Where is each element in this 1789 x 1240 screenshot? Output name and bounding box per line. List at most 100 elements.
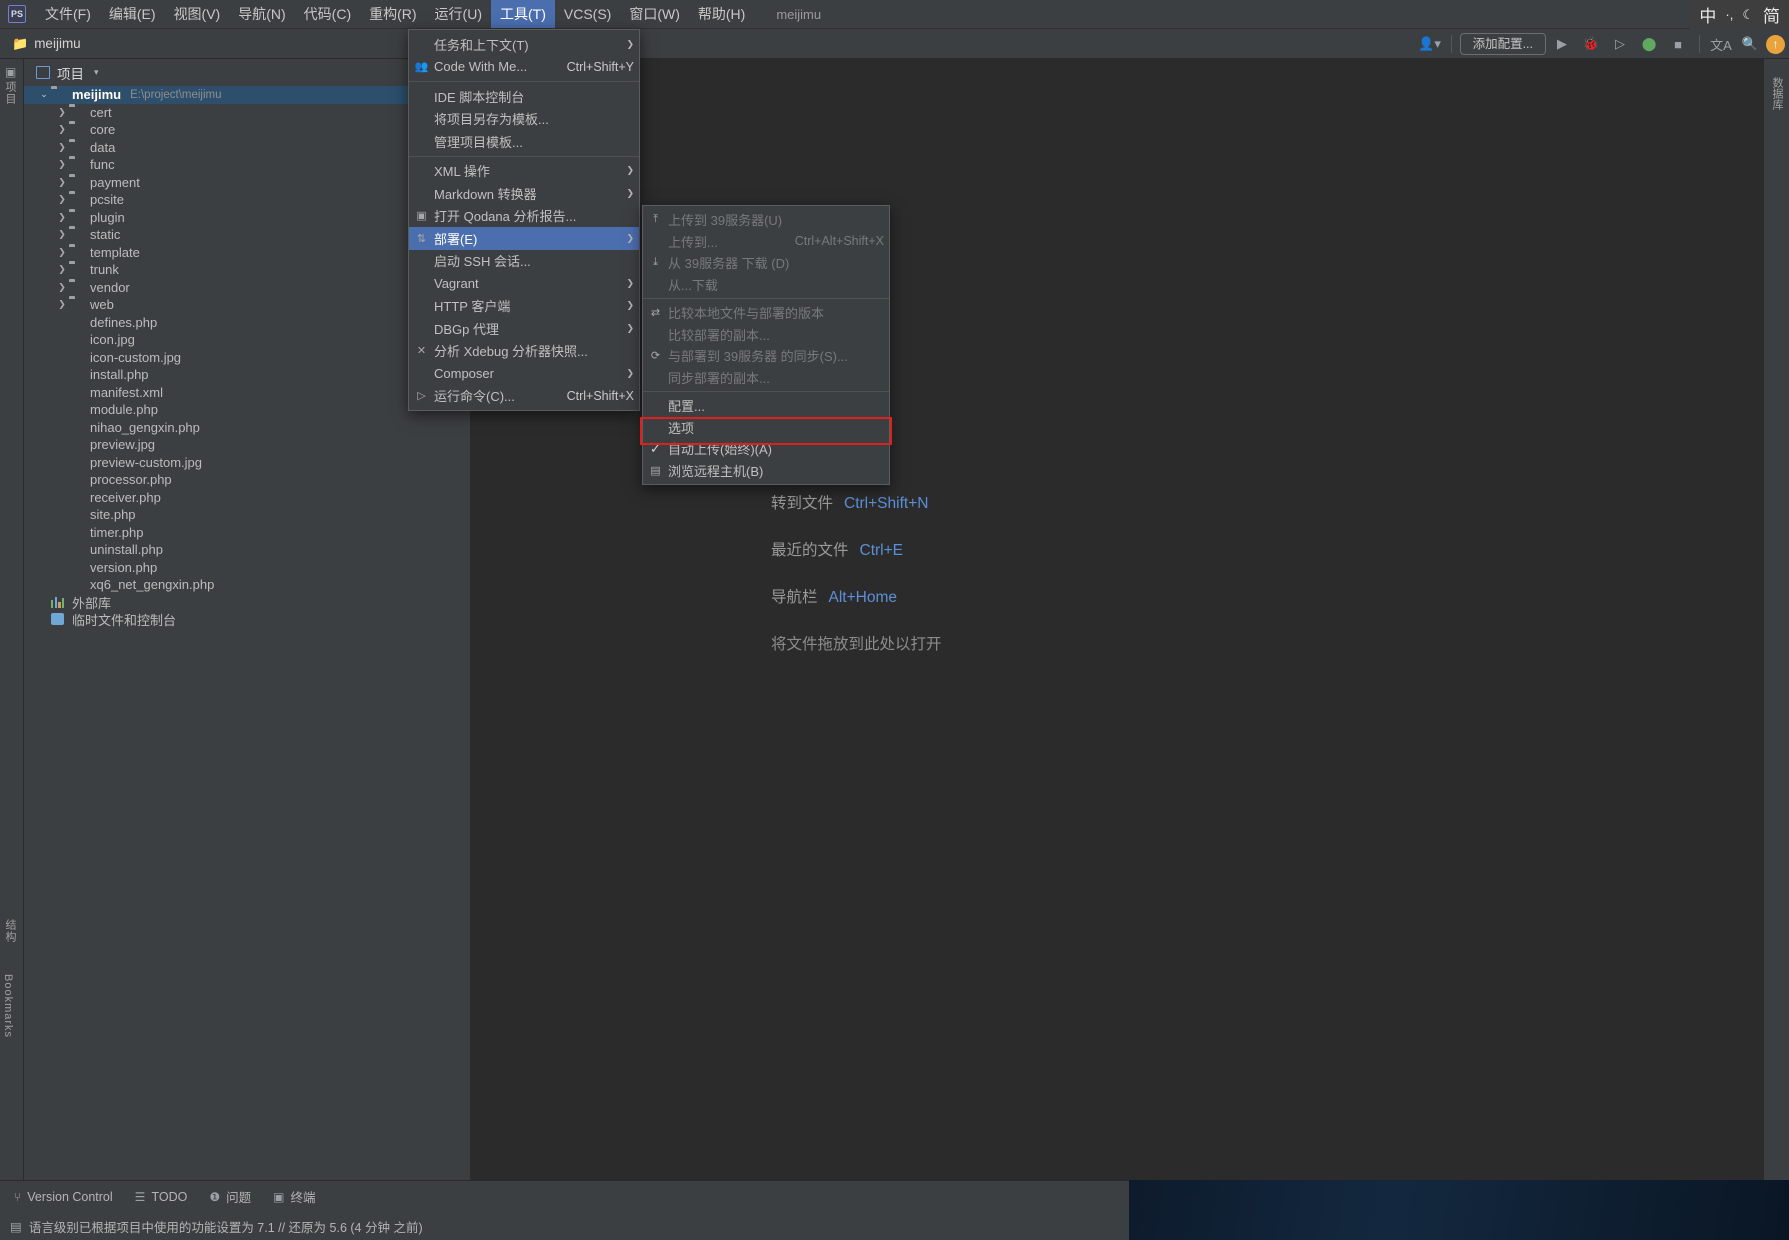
chevron-right-icon[interactable]: ❯	[55, 107, 69, 118]
menu-7[interactable]: 工具(T)	[490, 0, 555, 28]
menu-3[interactable]: 导航(N)	[229, 0, 294, 28]
tree-node[interactable]: ❯ vendor	[24, 279, 470, 297]
tree-node[interactable]: PHP defines.php	[24, 314, 470, 332]
tree-node[interactable]: PHP uninstall.php	[24, 541, 470, 559]
menu-item[interactable]: 管理项目模板...	[409, 130, 639, 153]
sidebar-item-structure[interactable]: 结构	[2, 919, 18, 943]
menu-0[interactable]: 文件(F)	[36, 0, 100, 28]
menu-2[interactable]: 视图(V)	[165, 0, 230, 28]
tree-node[interactable]: preview-custom.jpg	[24, 454, 470, 472]
tree-node[interactable]: ❯ trunk	[24, 261, 470, 279]
tree-node[interactable]: ❯ web	[24, 296, 470, 314]
ime-indicator[interactable]: 中 ·, ☾ 简	[1690, 0, 1789, 29]
run-coverage-icon[interactable]: ▷	[1607, 32, 1633, 56]
run-icon[interactable]: ▶	[1549, 32, 1575, 56]
tree-node[interactable]: PHP nihao_gengxin.php	[24, 419, 470, 437]
menu-item[interactable]: ▤ 浏览远程主机(B)	[643, 460, 889, 482]
menu-item[interactable]: 任务和上下文(T) ❯	[409, 33, 639, 56]
tree-node[interactable]: <> manifest.xml	[24, 384, 470, 402]
tree-node[interactable]: preview.jpg	[24, 436, 470, 454]
debug-icon[interactable]: 🐞	[1578, 32, 1604, 56]
tree-node[interactable]: PHP receiver.php	[24, 489, 470, 507]
menu-item[interactable]: DBGp 代理 ❯	[409, 317, 639, 340]
chevron-right-icon[interactable]: ❯	[55, 229, 69, 240]
stop-icon[interactable]: ■	[1665, 32, 1691, 56]
tree-node[interactable]: PHP module.php	[24, 401, 470, 419]
tree-node[interactable]: icon-custom.jpg	[24, 349, 470, 367]
tree-node[interactable]: PHP version.php	[24, 559, 470, 577]
chevron-right-icon[interactable]: ❯	[55, 299, 69, 310]
tree-node[interactable]: ❯ data	[24, 139, 470, 157]
tree-node[interactable]: ❯ cert	[24, 104, 470, 122]
menu-item[interactable]: 将项目另存为模板...	[409, 108, 639, 131]
menu-item[interactable]: ⇅ 部署(E) ❯	[409, 227, 639, 250]
tree-node[interactable]: ❯ func	[24, 156, 470, 174]
sidebar-item-project[interactable]: 项目	[2, 81, 18, 105]
search-icon[interactable]: 🔍	[1737, 32, 1763, 56]
chevron-right-icon[interactable]: ❯	[55, 177, 69, 188]
tree-node[interactable]: PHP timer.php	[24, 524, 470, 542]
chevron-right-icon[interactable]: ❯	[55, 212, 69, 223]
tools-dropdown-menu[interactable]: 任务和上下文(T) ❯ 👥 Code With Me... Ctrl+Shift+Y ID…	[408, 29, 640, 411]
chevron-down-icon[interactable]: ▾	[94, 67, 99, 78]
menu-item[interactable]: HTTP 客户端 ❯	[409, 295, 639, 318]
chevron-down-icon[interactable]: ⌄	[37, 89, 51, 100]
tool-button-version-control[interactable]: ⑂ Version Control	[14, 1190, 113, 1204]
sidebar-item-bookmarks[interactable]: Bookmarks	[2, 974, 14, 1038]
chevron-right-icon[interactable]: ❯	[55, 142, 69, 153]
chevron-right-icon[interactable]: ❯	[55, 159, 69, 170]
chevron-right-icon[interactable]: ❯	[55, 194, 69, 205]
menu-item[interactable]: 启动 SSH 会话...	[409, 250, 639, 273]
chevron-right-icon[interactable]: ❯	[55, 264, 69, 275]
menu-item[interactable]: Markdown 转换器 ❯	[409, 182, 639, 205]
add-configuration-button[interactable]: 添加配置...	[1459, 33, 1546, 55]
update-icon[interactable]: ↑	[1766, 34, 1785, 54]
menu-5[interactable]: 重构(R)	[360, 0, 425, 28]
tree-node[interactable]: ❯ pcsite	[24, 191, 470, 209]
project-file-tree[interactable]: ⌄ meijimu E:\project\meijimu ❯ cert ❯ core ❯ dat…	[24, 86, 470, 1180]
menu-item[interactable]: 选项	[643, 417, 889, 439]
tree-node[interactable]: 临时文件和控制台	[24, 611, 470, 629]
profile-icon[interactable]: ⬤	[1636, 32, 1662, 56]
chevron-right-icon[interactable]: ❯	[55, 124, 69, 135]
project-tab-icon[interactable]: ▣	[5, 65, 16, 79]
sidebar-item-database[interactable]: 数据库	[1769, 77, 1785, 110]
tree-node[interactable]: ❯ payment	[24, 174, 470, 192]
menu-item[interactable]: XML 操作 ❯	[409, 160, 639, 183]
translate-icon[interactable]: 文A	[1708, 32, 1734, 56]
menu-1[interactable]: 编辑(E)	[100, 0, 165, 28]
tree-node[interactable]: 外部库	[24, 594, 470, 612]
menu-item[interactable]: ✓ 自动上传(始终)(A)	[643, 438, 889, 460]
menu-10[interactable]: 帮助(H)	[689, 0, 754, 28]
tree-node[interactable]: PHP site.php	[24, 506, 470, 524]
menu-item[interactable]: ▣ 打开 Qodana 分析报告...	[409, 205, 639, 228]
menu-item[interactable]: ✕ 分析 Xdebug 分析器快照...	[409, 340, 639, 363]
deployment-submenu[interactable]: ⤒ 上传到 39服务器(U) 上传到... Ctrl+Alt+Shift+X ⤓ 从 39…	[642, 205, 890, 485]
tree-node[interactable]: icon.jpg	[24, 331, 470, 349]
tree-node[interactable]: PHP xq6_net_gengxin.php	[24, 576, 470, 594]
menu-item[interactable]: Vagrant ❯	[409, 272, 639, 295]
user-avatar-dropdown[interactable]: 👤▾	[1417, 32, 1443, 56]
tree-node[interactable]: ❯ static	[24, 226, 470, 244]
tree-node[interactable]: ⌄ meijimu E:\project\meijimu	[24, 86, 470, 104]
menu-6[interactable]: 运行(U)	[426, 0, 491, 28]
menu-4[interactable]: 代码(C)	[295, 0, 360, 28]
menu-item[interactable]: ▷ 运行命令(C)... Ctrl+Shift+X	[409, 385, 639, 408]
tool-button-terminal[interactable]: ▣ 终端	[273, 1187, 315, 1206]
menu-item[interactable]: IDE 脚本控制台	[409, 85, 639, 108]
menu-9[interactable]: 窗口(W)	[620, 0, 689, 28]
tree-node[interactable]: ❯ template	[24, 244, 470, 262]
horizontal-scrollbar[interactable]	[48, 1115, 495, 1120]
chevron-right-icon[interactable]: ❯	[55, 282, 69, 293]
tree-node[interactable]: PHP install.php	[24, 366, 470, 384]
menu-item[interactable]: 配置...	[643, 395, 889, 417]
chevron-right-icon[interactable]: ❯	[55, 247, 69, 258]
menu-item[interactable]: 👥 Code With Me... Ctrl+Shift+Y	[409, 56, 639, 79]
tree-node[interactable]: ❯ plugin	[24, 209, 470, 227]
tool-button-todo[interactable]: ☰ TODO	[135, 1190, 188, 1204]
tree-node[interactable]: ❯ core	[24, 121, 470, 139]
tool-button-problems[interactable]: ❶ 问题	[209, 1187, 251, 1206]
tree-node[interactable]: PHP processor.php	[24, 471, 470, 489]
menu-8[interactable]: VCS(S)	[555, 0, 620, 28]
menu-item[interactable]: Composer ❯	[409, 362, 639, 385]
